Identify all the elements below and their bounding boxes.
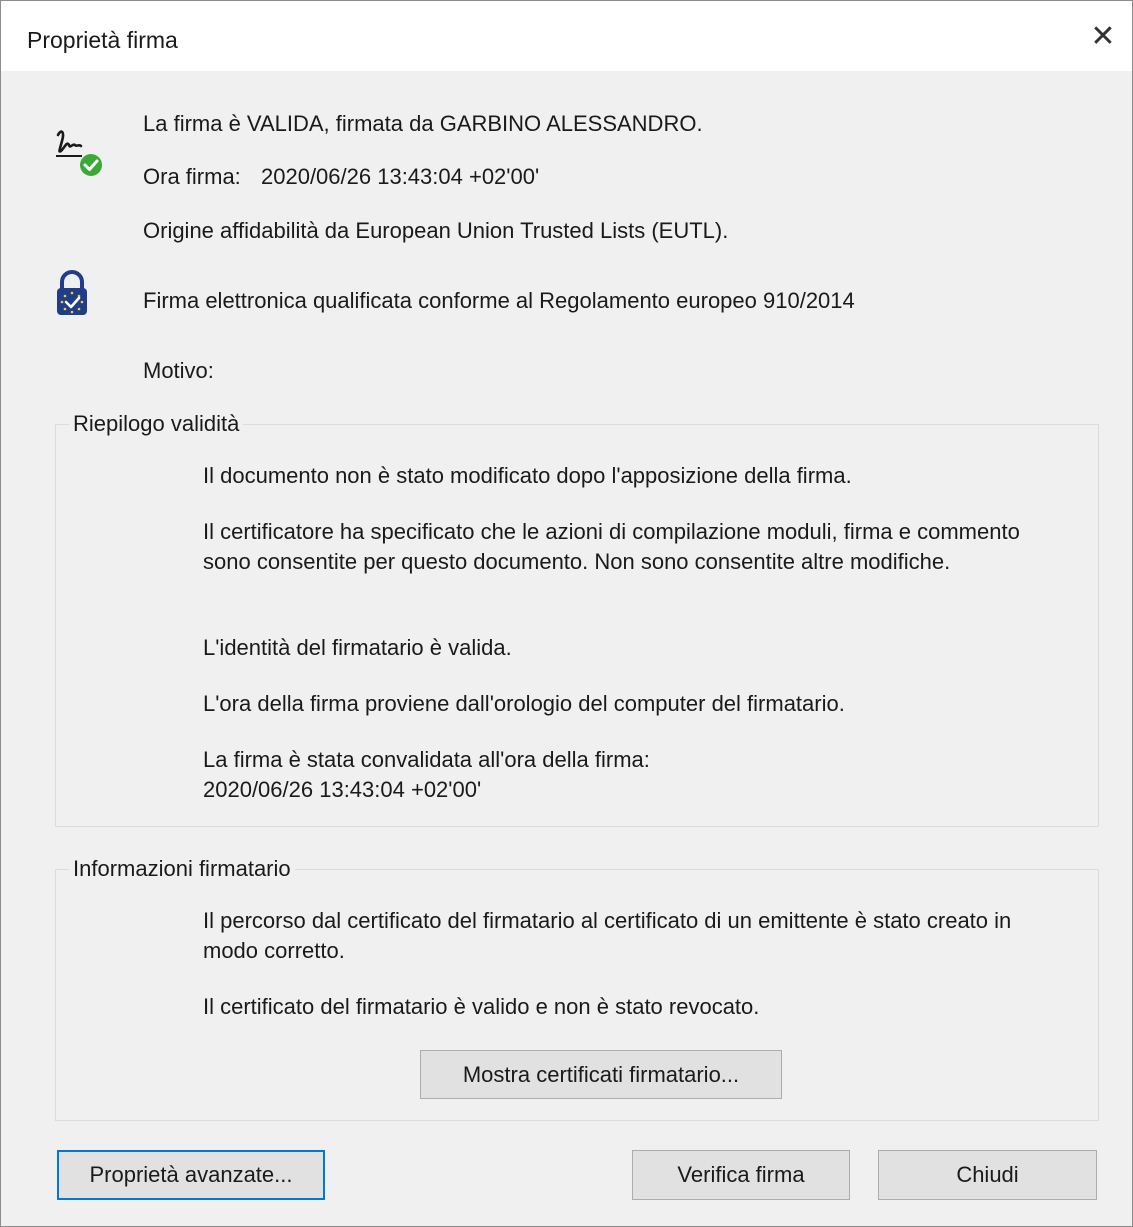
trust-source-text: Origine affidabilità da European Union T… [143, 218, 729, 243]
validity-item-identity-valid: L'identità del firmatario è valida. [203, 635, 512, 660]
advanced-properties-button[interactable]: Proprietà avanzate... [57, 1150, 325, 1200]
validity-item-validated-at: La firma è stata convalidata all'ora del… [203, 747, 650, 772]
show-signer-certificates-button[interactable]: Mostra certificati firmatario... [420, 1050, 782, 1099]
eu-trust-lock-icon [53, 269, 91, 319]
close-icon[interactable]: ✕ [1074, 11, 1132, 61]
close-button[interactable]: Chiudi [878, 1150, 1097, 1200]
title-bar: Proprietà firma ✕ [1, 1, 1132, 71]
validity-validated-time: 2020/06/26 13:43:04 +02'00' [203, 777, 482, 802]
verify-signature-button[interactable]: Verifica firma [632, 1150, 850, 1200]
signature-status-text: La firma è VALIDA, firmata da GARBINO AL… [143, 111, 703, 136]
signer-item-cert-path: Il percorso dal certificato del firmatar… [203, 908, 1012, 963]
signer-item-cert-valid: Il certificato del firmatario è valido e… [203, 994, 760, 1019]
signer-info-label: Informazioni firmatario [69, 856, 295, 882]
validity-item-permitted-actions: Il certificatore ha specificato che le a… [203, 519, 1020, 574]
validity-summary-label: Riepilogo validità [69, 411, 244, 437]
reason-label: Motivo: [143, 358, 214, 383]
validity-item-time-source: L'ora della firma proviene dall'orologio… [203, 691, 845, 716]
window-title: Proprietà firma [27, 27, 178, 53]
qualified-signature-text: Firma elettronica qualificata conforme a… [143, 288, 855, 313]
signing-time-value: 2020/06/26 13:43:04 +02'00' [261, 164, 540, 189]
signature-valid-icon [53, 127, 105, 179]
signing-time-label: Ora firma: [143, 164, 241, 189]
signature-properties-dialog: Proprietà firma ✕ La firma è VALIDA, fir… [0, 0, 1133, 1227]
validity-item-not-modified: Il documento non è stato modificato dopo… [203, 463, 852, 488]
